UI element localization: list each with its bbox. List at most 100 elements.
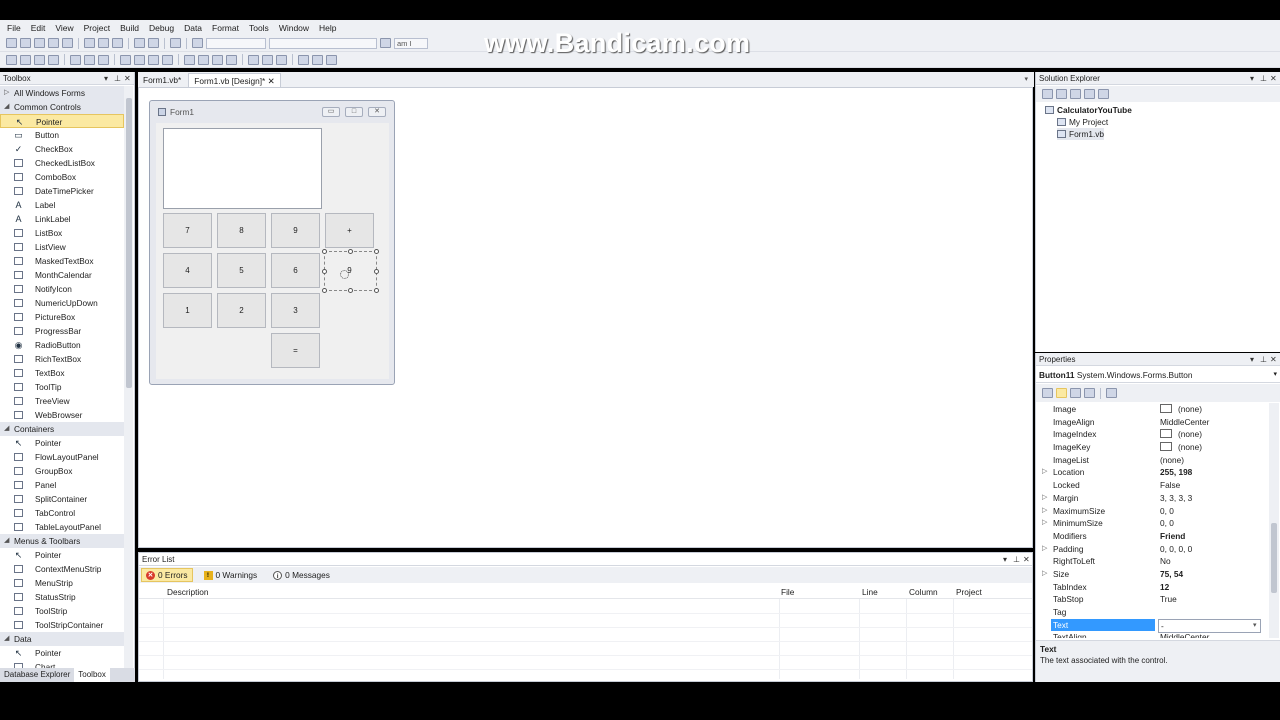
toolbox-category[interactable]: ◢ Common Controls: [0, 100, 124, 114]
window-position-icon[interactable]: ▾: [104, 72, 108, 85]
column-header-project[interactable]: Project: [956, 585, 982, 599]
property-value[interactable]: Friend: [1160, 530, 1185, 543]
toolbox-item[interactable]: ListBox: [0, 226, 124, 240]
redo-icon[interactable]: [148, 38, 159, 48]
align-rights-icon[interactable]: [48, 54, 59, 65]
align-tops-icon[interactable]: [70, 54, 81, 65]
paste-icon[interactable]: [112, 38, 123, 48]
collapse-arrow-icon[interactable]: ◢: [4, 534, 9, 548]
toolbox-item[interactable]: ProgressBar: [0, 324, 124, 338]
window-position-icon[interactable]: ▾: [1250, 72, 1254, 85]
property-value[interactable]: (none): [1160, 441, 1202, 454]
toolbox-item[interactable]: ↖ Pointer: [0, 548, 124, 562]
menu-debug[interactable]: Debug: [144, 23, 179, 33]
resize-handle[interactable]: [374, 249, 379, 254]
toolbox-item[interactable]: MonthCalendar: [0, 268, 124, 282]
property-row[interactable]: Text - ▾: [1036, 618, 1269, 634]
toolbox-category[interactable]: ◢ Data: [0, 632, 124, 646]
property-row[interactable]: ImageKey (none): [1036, 441, 1269, 454]
calc-button-4[interactable]: 4: [163, 253, 212, 288]
column-header-file[interactable]: File: [781, 585, 794, 599]
calc-button-plus[interactable]: +: [325, 213, 374, 248]
property-value[interactable]: 255, 198: [1160, 466, 1192, 479]
toolbox-item[interactable]: ToolTip: [0, 380, 124, 394]
tree-node-my-project[interactable]: My Project: [1057, 116, 1108, 128]
view-code-icon[interactable]: [1084, 89, 1095, 99]
column-header-line[interactable]: Line: [862, 585, 878, 599]
close-icon[interactable]: ✕: [1270, 72, 1277, 85]
send-to-back-icon[interactable]: [312, 54, 323, 65]
property-row[interactable]: TabIndex 12: [1036, 581, 1269, 594]
toolbox-item[interactable]: ToolStrip: [0, 604, 124, 618]
property-row[interactable]: Image (none): [1036, 403, 1269, 416]
resize-handle[interactable]: [374, 269, 379, 274]
tab-toolbox[interactable]: Toolbox: [74, 668, 110, 682]
expand-arrow-icon[interactable]: ▷: [1042, 568, 1047, 581]
categorized-icon[interactable]: [1042, 388, 1053, 398]
tab-database-explorer[interactable]: Database Explorer: [0, 668, 74, 682]
property-row[interactable]: TextAlign MiddleCenter: [1036, 631, 1269, 638]
toolbox-item[interactable]: ToolStripContainer: [0, 618, 124, 632]
align-lefts-icon[interactable]: [20, 54, 31, 65]
property-row[interactable]: RightToLeft No: [1036, 555, 1269, 568]
property-row[interactable]: ▷ Margin 3, 3, 3, 3: [1036, 492, 1269, 505]
toolbox-item[interactable]: ✓ CheckBox: [0, 142, 124, 156]
increase-spacing-icon[interactable]: [198, 54, 209, 65]
resize-handle[interactable]: [374, 288, 379, 293]
close-icon[interactable]: ✕: [124, 72, 131, 85]
calc-button-1[interactable]: 1: [163, 293, 212, 328]
collapse-arrow-icon[interactable]: ◢: [4, 100, 9, 114]
find-icon[interactable]: [380, 38, 391, 48]
toolbox-item[interactable]: ↖ Pointer: [0, 114, 124, 128]
toolbox-item[interactable]: ListView: [0, 240, 124, 254]
property-value[interactable]: True: [1160, 593, 1177, 606]
make-same-width-icon[interactable]: [120, 54, 131, 65]
pin-icon[interactable]: ⊥: [114, 72, 121, 85]
toolbox-item[interactable]: TableLayoutPanel: [0, 520, 124, 534]
property-row[interactable]: ImageAlign MiddleCenter: [1036, 416, 1269, 429]
property-value[interactable]: 12: [1160, 581, 1169, 594]
form1-window[interactable]: Form1 ▭ □ ✕ 7 8 9 +4 5 6 9 1 2 3 =: [149, 100, 395, 385]
property-row[interactable]: ▷ Padding 0, 0, 0, 0: [1036, 543, 1269, 556]
toolbox-item[interactable]: RichTextBox: [0, 352, 124, 366]
property-row[interactable]: ImageIndex (none): [1036, 428, 1269, 441]
tree-node-form1[interactable]: Form1.vb: [1057, 128, 1105, 140]
property-value[interactable]: (none): [1160, 403, 1202, 416]
refresh-icon[interactable]: [1070, 89, 1081, 99]
collapse-arrow-icon[interactable]: ◢: [4, 632, 9, 646]
toolbox-item[interactable]: ComboBox: [0, 170, 124, 184]
toolbox-item[interactable]: Panel: [0, 478, 124, 492]
expand-arrow-icon[interactable]: ▷: [4, 86, 9, 100]
window-position-icon[interactable]: ▾: [1003, 553, 1007, 566]
alphabetical-icon[interactable]: [1056, 388, 1067, 398]
toolbox-item[interactable]: MenuStrip: [0, 576, 124, 590]
undo-icon[interactable]: [134, 38, 145, 48]
calc-button-2[interactable]: 2: [217, 293, 266, 328]
properties-icon[interactable]: [1042, 89, 1053, 99]
tab-order-icon[interactable]: [326, 54, 337, 65]
property-value[interactable]: (none): [1160, 454, 1184, 467]
tree-node-project[interactable]: CalculatorYouTube: [1045, 104, 1132, 116]
property-value[interactable]: (none): [1160, 428, 1202, 441]
toolbox-item[interactable]: ▭ Button: [0, 128, 124, 142]
property-row[interactable]: Tag: [1036, 606, 1269, 619]
close-icon[interactable]: ✕: [1270, 353, 1277, 366]
tab-overflow-icon[interactable]: ▾: [1024, 75, 1028, 83]
horizontal-spacing-icon[interactable]: [184, 54, 195, 65]
toolbox-category[interactable]: ▷ All Windows Forms: [0, 86, 124, 100]
object-selector[interactable]: Button11 System.Windows.Forms.Button ▾: [1036, 367, 1280, 383]
property-value[interactable]: False: [1160, 479, 1180, 492]
toolbox-item[interactable]: DateTimePicker: [0, 184, 124, 198]
pin-icon[interactable]: ⊥: [1260, 353, 1267, 366]
toolbox-category[interactable]: ◢ Menus & Toolbars: [0, 534, 124, 548]
scrollbar-thumb[interactable]: [126, 98, 132, 388]
toolbox-item[interactable]: MaskedTextBox: [0, 254, 124, 268]
tab-form1-code[interactable]: Form1.vb*: [138, 73, 186, 87]
remove-spacing-icon[interactable]: [226, 54, 237, 65]
chevron-down-icon[interactable]: ▾: [1273, 367, 1277, 383]
calc-button-3[interactable]: 3: [271, 293, 320, 328]
property-value[interactable]: 75, 54: [1160, 568, 1183, 581]
toolbox-item[interactable]: ↖ Pointer: [0, 646, 124, 660]
scrollbar-thumb[interactable]: [1271, 523, 1277, 593]
toolbox-scrollbar[interactable]: [124, 86, 133, 669]
